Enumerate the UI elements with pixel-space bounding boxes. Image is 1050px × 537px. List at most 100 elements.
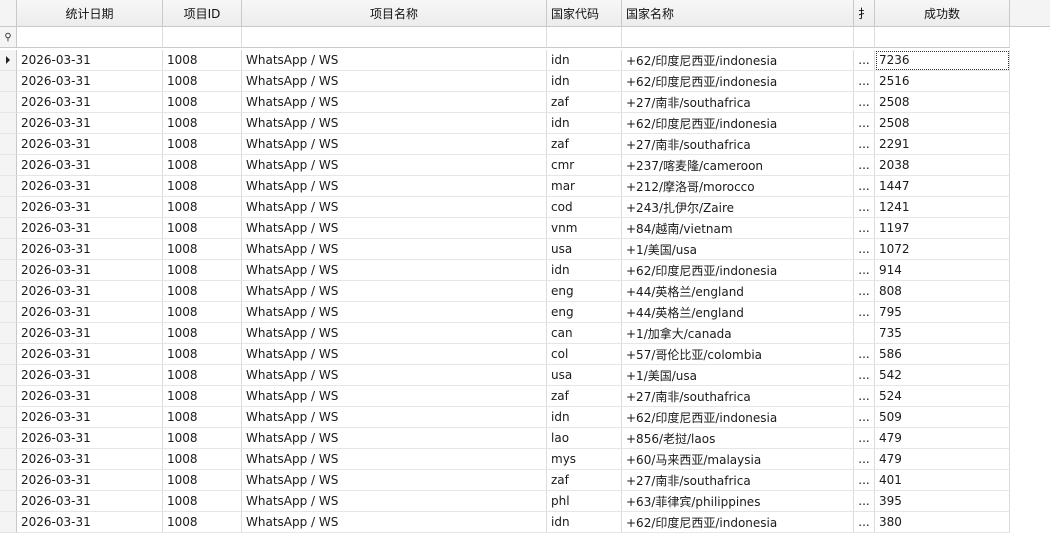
cell-project-id[interactable]: 1008 [163, 176, 242, 197]
cell-project-name[interactable]: WhatsApp / WS [242, 134, 547, 155]
cell-project-name[interactable]: WhatsApp / WS [242, 281, 547, 302]
row-indicator[interactable] [0, 197, 17, 218]
cell-truncated[interactable]: ... [854, 113, 875, 134]
row-indicator[interactable] [0, 92, 17, 113]
cell-stat-date[interactable]: 2026-03-31 [17, 512, 163, 533]
filter-cell-truncated[interactable] [854, 27, 875, 48]
cell-success-count[interactable]: 542 [875, 365, 1010, 386]
cell-project-name[interactable]: WhatsApp / WS [242, 197, 547, 218]
cell-stat-date[interactable]: 2026-03-31 [17, 407, 163, 428]
cell-project-name[interactable]: WhatsApp / WS [242, 365, 547, 386]
row-indicator[interactable] [0, 281, 17, 302]
table-row[interactable]: 2026-03-31 1008 WhatsApp / WS idn +62/印度尼西亚/… [0, 407, 1050, 428]
cell-project-name[interactable]: WhatsApp / WS [242, 50, 547, 71]
table-row[interactable]: 2026-03-31 1008 WhatsApp / WS idn +62/印度尼西亚/… [0, 512, 1050, 533]
cell-country-name[interactable]: +44/英格兰/england [622, 302, 854, 323]
cell-country-code[interactable]: zaf [547, 386, 622, 407]
cell-project-id[interactable]: 1008 [163, 512, 242, 533]
cell-country-code[interactable]: can [547, 323, 622, 344]
cell-project-id[interactable]: 1008 [163, 155, 242, 176]
row-indicator[interactable] [0, 428, 17, 449]
cell-country-code[interactable]: col [547, 344, 622, 365]
cell-country-code[interactable]: eng [547, 302, 622, 323]
cell-project-name[interactable]: WhatsApp / WS [242, 344, 547, 365]
cell-project-id[interactable]: 1008 [163, 113, 242, 134]
cell-truncated[interactable]: ... [854, 197, 875, 218]
cell-country-name[interactable]: +62/印度尼西亚/indonesia [622, 407, 854, 428]
cell-stat-date[interactable]: 2026-03-31 [17, 218, 163, 239]
row-indicator[interactable] [0, 386, 17, 407]
cell-stat-date[interactable]: 2026-03-31 [17, 92, 163, 113]
row-indicator[interactable] [0, 71, 17, 92]
cell-success-count[interactable]: 524 [875, 386, 1010, 407]
cell-stat-date[interactable]: 2026-03-31 [17, 470, 163, 491]
cell-project-id[interactable]: 1008 [163, 491, 242, 512]
cell-project-name[interactable]: WhatsApp / WS [242, 512, 547, 533]
cell-country-code[interactable]: idn [547, 71, 622, 92]
cell-country-name[interactable]: +62/印度尼西亚/indonesia [622, 260, 854, 281]
filter-cell-success-count[interactable] [875, 27, 1010, 48]
cell-project-id[interactable]: 1008 [163, 197, 242, 218]
cell-stat-date[interactable]: 2026-03-31 [17, 386, 163, 407]
cell-stat-date[interactable]: 2026-03-31 [17, 134, 163, 155]
cell-project-id[interactable]: 1008 [163, 134, 242, 155]
cell-stat-date[interactable]: 2026-03-31 [17, 113, 163, 134]
table-row[interactable]: 2026-03-31 1008 WhatsApp / WS cmr +237/喀麦隆/c… [0, 155, 1050, 176]
cell-project-id[interactable]: 1008 [163, 470, 242, 491]
cell-country-name[interactable]: +60/马来西亚/malaysia [622, 449, 854, 470]
cell-country-name[interactable]: +856/老挝/laos [622, 428, 854, 449]
cell-stat-date[interactable]: 2026-03-31 [17, 281, 163, 302]
cell-truncated[interactable]: ... [854, 239, 875, 260]
cell-project-name[interactable]: WhatsApp / WS [242, 260, 547, 281]
cell-truncated[interactable]: ... [854, 407, 875, 428]
row-indicator[interactable] [0, 239, 17, 260]
cell-success-count[interactable]: 914 [875, 260, 1010, 281]
cell-success-count[interactable]: 586 [875, 344, 1010, 365]
cell-country-code[interactable]: idn [547, 260, 622, 281]
cell-truncated[interactable]: ... [854, 281, 875, 302]
cell-country-code[interactable]: phl [547, 491, 622, 512]
row-indicator[interactable] [0, 512, 17, 533]
cell-country-code[interactable]: zaf [547, 134, 622, 155]
cell-stat-date[interactable]: 2026-03-31 [17, 50, 163, 71]
column-header-country-code[interactable]: 国家代码 [547, 0, 622, 27]
cell-country-name[interactable]: +212/摩洛哥/morocco [622, 176, 854, 197]
row-indicator[interactable] [0, 365, 17, 386]
column-header-success-count[interactable]: 成功数 [875, 0, 1010, 27]
cell-country-code[interactable]: idn [547, 50, 622, 71]
cell-project-id[interactable]: 1008 [163, 260, 242, 281]
cell-project-name[interactable]: WhatsApp / WS [242, 449, 547, 470]
cell-country-code[interactable]: idn [547, 512, 622, 533]
cell-success-count[interactable]: 1241 [875, 197, 1010, 218]
cell-project-id[interactable]: 1008 [163, 449, 242, 470]
cell-project-id[interactable]: 1008 [163, 407, 242, 428]
cell-country-name[interactable]: +1/美国/usa [622, 365, 854, 386]
table-row[interactable]: 2026-03-31 1008 WhatsApp / WS cod +243/扎伊尔/Z… [0, 197, 1050, 218]
cell-project-id[interactable]: 1008 [163, 239, 242, 260]
cell-success-count[interactable]: 479 [875, 428, 1010, 449]
cell-project-name[interactable]: WhatsApp / WS [242, 407, 547, 428]
cell-project-id[interactable]: 1008 [163, 323, 242, 344]
row-indicator[interactable] [0, 218, 17, 239]
cell-truncated[interactable]: ... [854, 512, 875, 533]
cell-country-code[interactable]: usa [547, 365, 622, 386]
table-row[interactable]: 2026-03-31 1008 WhatsApp / WS zaf +27/南非/sou… [0, 470, 1050, 491]
table-row[interactable]: 2026-03-31 1008 WhatsApp / WS zaf +27/南非/sou… [0, 386, 1050, 407]
row-indicator[interactable] [0, 407, 17, 428]
cell-country-name[interactable]: +1/美国/usa [622, 239, 854, 260]
cell-truncated[interactable]: ... [854, 470, 875, 491]
cell-country-code[interactable]: mar [547, 176, 622, 197]
cell-stat-date[interactable]: 2026-03-31 [17, 71, 163, 92]
cell-truncated[interactable]: ... [854, 134, 875, 155]
cell-success-count[interactable]: 2038 [875, 155, 1010, 176]
cell-truncated[interactable]: ... [854, 386, 875, 407]
table-row[interactable]: 2026-03-31 1008 WhatsApp / WS eng +44/英格兰/en… [0, 281, 1050, 302]
cell-project-id[interactable]: 1008 [163, 71, 242, 92]
cell-project-name[interactable]: WhatsApp / WS [242, 428, 547, 449]
cell-success-count[interactable]: 2516 [875, 71, 1010, 92]
row-indicator[interactable] [0, 491, 17, 512]
cell-stat-date[interactable]: 2026-03-31 [17, 323, 163, 344]
cell-success-count[interactable]: 509 [875, 407, 1010, 428]
cell-truncated[interactable]: ... [854, 491, 875, 512]
cell-truncated[interactable]: ... [854, 92, 875, 113]
